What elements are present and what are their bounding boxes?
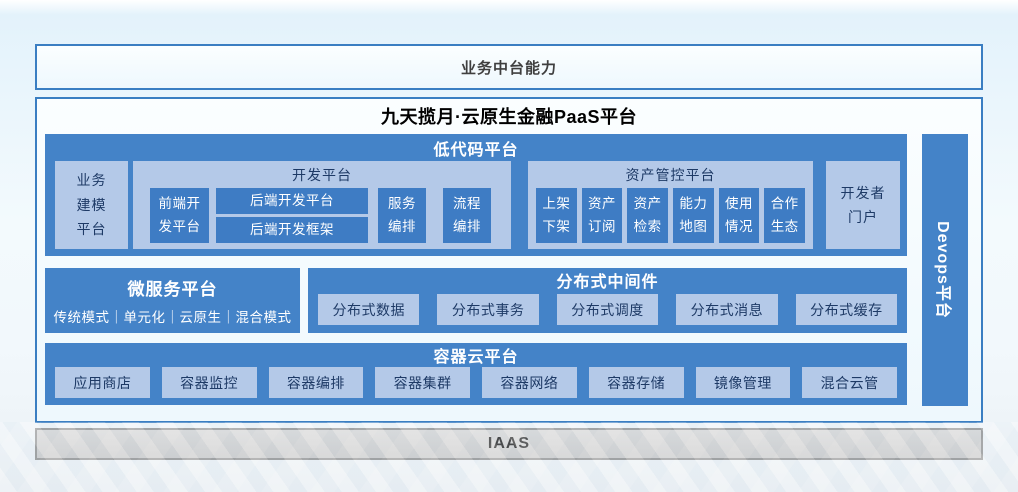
dev-platform-panel: 开发平台 前端开 发平台 后端开发平台 后端开发框架 服务 编排 流程 编排 — [133, 161, 511, 249]
architecture-diagram: 业务中台能力 九天揽月·云原生金融PaaS平台 低代码平台 业务 建模 平台 开… — [0, 0, 1018, 492]
service-orchestration-box: 服务 编排 — [378, 188, 426, 243]
paas-platform-title-row: 九天揽月·云原生金融PaaS平台 — [37, 99, 981, 133]
process-orch-line2: 编排 — [453, 216, 481, 238]
devops-platform-title: Devops平台 — [933, 221, 957, 319]
middleware-items-row: 分布式数据 分布式事务 分布式调度 分布式消息 分布式缓存 — [318, 294, 897, 325]
iaas-label: IAAS — [488, 435, 530, 453]
container-item-cluster: 容器集群 — [375, 367, 470, 398]
business-modeling-line1: 业务 — [77, 168, 107, 193]
asset-item-line: 上架 — [542, 193, 570, 215]
frontend-line2: 发平台 — [159, 216, 201, 238]
asset-item-line: 下架 — [542, 216, 570, 238]
backend-dev-platform-box: 后端开发平台 — [216, 188, 368, 214]
asset-item-subscription: 资产 订阅 — [582, 188, 623, 243]
business-modeling-line2: 建模 — [77, 193, 107, 218]
asset-item-usage: 使用 情况 — [719, 188, 760, 243]
low-code-platform-title: 低代码平台 — [45, 137, 907, 159]
dev-platform-title: 开发平台 — [133, 165, 511, 185]
asset-item-line: 资产 — [634, 193, 662, 215]
service-orch-line2: 编排 — [388, 216, 416, 238]
iaas-bar: IAAS — [35, 428, 983, 460]
asset-item-line: 能力 — [679, 193, 707, 215]
container-item-hybrid-cloud: 混合云管 — [802, 367, 897, 398]
asset-item-onoff-shelf: 上架 下架 — [536, 188, 577, 243]
business-midplatform-capability-box: 业务中台能力 — [35, 44, 983, 90]
asset-item-line: 使用 — [725, 193, 753, 215]
asset-item-cooperation: 合作 生态 — [764, 188, 805, 243]
paas-platform-title: 九天揽月·云原生金融PaaS平台 — [381, 103, 637, 129]
microservice-platform-title: 微服务平台 — [128, 275, 218, 300]
asset-control-platform-panel: 资产管控平台 上架 下架 资产 订阅 资产 检索 能力 地图 — [528, 161, 813, 249]
asset-item-capability-map: 能力 地图 — [673, 188, 714, 243]
microservice-modes: 传统模式｜单元化｜云原生｜混合模式 — [54, 306, 292, 326]
asset-control-platform-title: 资产管控平台 — [528, 165, 813, 185]
asset-item-line: 订阅 — [588, 216, 616, 238]
middleware-item-cache: 分布式缓存 — [796, 294, 897, 325]
frontend-dev-platform-box: 前端开 发平台 — [150, 188, 209, 243]
microservice-platform-section: 微服务平台 传统模式｜单元化｜云原生｜混合模式 — [45, 268, 300, 333]
container-item-image-mgmt: 镜像管理 — [696, 367, 791, 398]
container-cloud-platform-title: 容器云平台 — [45, 344, 907, 366]
asset-item-line: 情况 — [725, 216, 753, 238]
developer-portal-line2: 门户 — [848, 205, 878, 230]
container-item-network: 容器网络 — [482, 367, 577, 398]
developer-portal-box: 开发者 门户 — [826, 161, 900, 249]
business-modeling-line3: 平台 — [77, 217, 107, 242]
distributed-middleware-title: 分布式中间件 — [308, 269, 907, 291]
asset-item-line: 合作 — [771, 193, 799, 215]
container-item-app-store: 应用商店 — [55, 367, 150, 398]
developer-portal-line1: 开发者 — [841, 181, 886, 206]
container-item-storage: 容器存储 — [589, 367, 684, 398]
process-orch-line1: 流程 — [453, 193, 481, 215]
devops-platform-bar: Devops平台 — [922, 134, 968, 406]
low-code-platform-section: 低代码平台 业务 建模 平台 开发平台 前端开 发平台 后端开发平台 后端开发框… — [45, 134, 907, 256]
distributed-middleware-section: 分布式中间件 分布式数据 分布式事务 分布式调度 分布式消息 分布式缓存 — [308, 268, 907, 333]
middleware-item-transaction: 分布式事务 — [437, 294, 538, 325]
container-item-orchestration: 容器编排 — [269, 367, 364, 398]
process-orchestration-box: 流程 编排 — [443, 188, 491, 243]
container-cloud-platform-section: 容器云平台 应用商店 容器监控 容器编排 容器集群 容器网络 容器存储 镜像管理… — [45, 343, 907, 405]
container-item-monitoring: 容器监控 — [162, 367, 257, 398]
asset-item-line: 地图 — [679, 216, 707, 238]
business-midplatform-capability-label: 业务中台能力 — [461, 57, 557, 78]
backend-dev-framework-box: 后端开发框架 — [216, 217, 368, 243]
asset-item-line: 检索 — [634, 216, 662, 238]
service-orch-line1: 服务 — [388, 193, 416, 215]
container-items-row: 应用商店 容器监控 容器编排 容器集群 容器网络 容器存储 镜像管理 混合云管 — [55, 367, 897, 398]
asset-item-line: 生态 — [771, 216, 799, 238]
middleware-item-data: 分布式数据 — [318, 294, 419, 325]
asset-items-row: 上架 下架 资产 订阅 资产 检索 能力 地图 使用 情况 — [536, 188, 805, 243]
business-modeling-platform-box: 业务 建模 平台 — [55, 161, 128, 249]
asset-item-retrieval: 资产 检索 — [627, 188, 668, 243]
frontend-line1: 前端开 — [159, 193, 201, 215]
asset-item-line: 资产 — [588, 193, 616, 215]
middleware-item-message: 分布式消息 — [676, 294, 777, 325]
middleware-item-scheduling: 分布式调度 — [557, 294, 658, 325]
